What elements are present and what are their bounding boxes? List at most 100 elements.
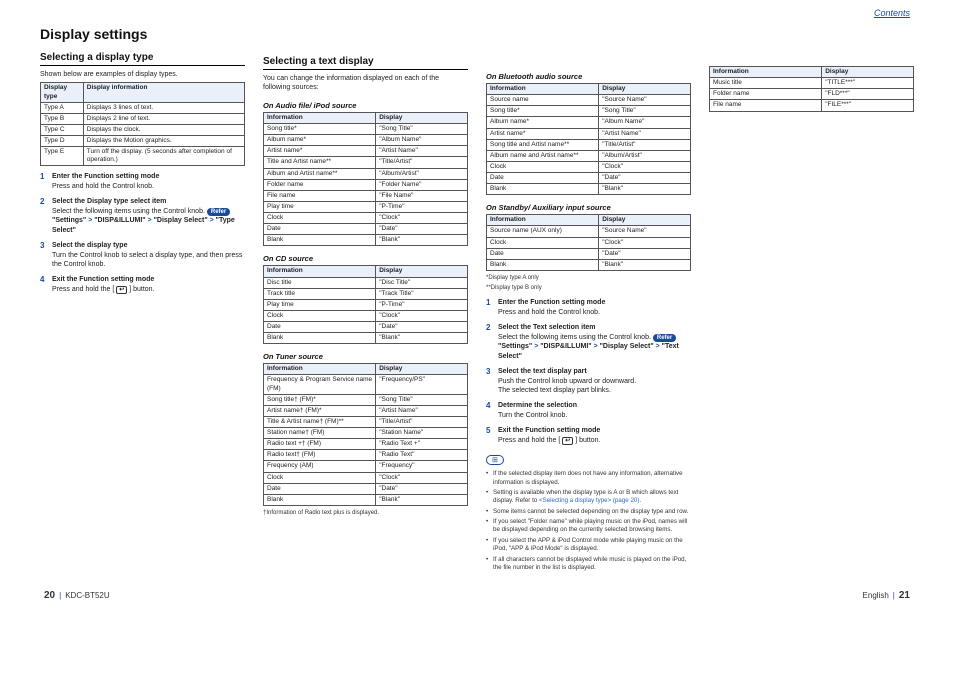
step-title: Enter the Function setting mode [52,172,245,181]
legend-a: *Display type A only [486,275,691,283]
cell: "Source Name" [599,226,691,237]
cell: Clock [487,237,599,248]
cell: "Title/Artist" [599,139,691,150]
cell: "Artist Name" [376,405,468,416]
table-row: Track title"Track Title" [264,288,468,299]
bt-body: Source name"Source Name"Song title*"Song… [487,95,691,195]
legend-b: **Display type B only [486,285,691,293]
th: Display type [41,83,84,102]
tuner-foot: †Information of Radio text plus is displ… [263,510,468,518]
cell: Blank [487,184,599,195]
cell: Track title [264,288,376,299]
table-row: Radio text +† (FM)"Radio Text +" [264,439,468,450]
th: Information [264,364,376,375]
cell: "Blank" [376,333,468,344]
cell: Folder name [710,89,822,100]
cell: Blank [264,235,376,246]
step-body: Press and hold the Control knob. [52,183,154,190]
cell: Source name [487,95,599,106]
cell: Date [264,322,376,333]
table-row: Song title† (FM)*"Song Title" [264,394,468,405]
step: Exit the Function setting modePress and … [486,426,691,445]
cell: "Song Title" [376,394,468,405]
cell: Album name* [487,117,599,128]
cell: Folder name [264,179,376,190]
audio-table: InformationDisplay Song title*"Song Titl… [263,112,468,247]
cell: "Frequency/PS" [376,375,468,394]
table-row: Blank"Blank" [264,333,468,344]
bullet: If all characters cannot be displayed wh… [486,556,691,573]
table-row: Play time"P-Time" [264,201,468,212]
cell: "FILE***" [822,100,914,111]
step-after: The selected text display part blinks. [498,387,611,394]
step-body: Press and hold the Control knob. [498,309,600,316]
cell: "Blank" [599,184,691,195]
table-row: Artist name*"Artist Name" [487,128,691,139]
step: Select the Text selection itemSelect the… [486,323,691,361]
cross-ref-link[interactable]: <Selecting a display type> (page 20) [539,497,639,504]
th: Display [599,84,691,95]
cell: Date [487,173,599,184]
step-title: Determine the selection [498,401,691,410]
steps2: Enter the Function setting mode Press and… [486,298,691,445]
lang: English [863,591,889,600]
table-row: Source name"Source Name" [487,95,691,106]
model: KDC-BT52U [65,591,109,600]
table-row: Blank"Blank" [264,494,468,505]
page-title: Display settings [40,26,245,42]
table-row: Clock"Clock" [487,237,691,248]
cell: "Radio Text" [376,450,468,461]
cell: Artist name† (FM)* [264,405,376,416]
step-body: Select the following items using the Con… [52,208,235,234]
table-row: Date"Date" [264,224,468,235]
th: Information [487,84,599,95]
step-title: Select the Text selection item [498,323,691,332]
return-icon: ↩ [562,437,573,446]
cell: "Clock" [599,161,691,172]
sb-table: InformationDisplay Source name (AUX only… [486,214,691,271]
table-row: File name"FILE***" [710,100,914,111]
table-row: Album name*"Album Name" [264,135,468,146]
cell: "TITLE***" [822,78,914,89]
cell: Album name and Artist name** [487,150,599,161]
step-title: Enter the Function setting mode [498,298,691,307]
cell: Clock [264,213,376,224]
cell: "Disc Title" [376,277,468,288]
step: Select the text display partPush the Con… [486,367,691,395]
cell: Clock [264,472,376,483]
cell: Type C [41,124,84,135]
table-row: Type CDisplays the clock. [41,124,245,135]
refer-badge: Refer [207,208,230,216]
cell: "P-Time" [376,299,468,310]
cell: "Title/Artist" [376,157,468,168]
cell: Type A [41,102,84,113]
table-row: Type DDisplays the Motion graphics. [41,136,245,147]
table-row: Song title*"Song Title" [264,124,468,135]
cell: Blank [264,333,376,344]
table-row: Clock"Clock" [487,161,691,172]
cell: Radio text +† (FM) [264,439,376,450]
page-right: 21 [899,590,910,601]
extra-table: InformationDisplay Music title"TITLE***"… [709,66,914,112]
cd-cap: On CD source [263,254,468,263]
steps1: Enter the Function setting mode Press and… [40,172,245,294]
step: Determine the selectionTurn the Control … [486,401,691,420]
tuner-body: Frequency & Program Service name (FM)"Fr… [264,375,468,506]
cell: "Date" [599,173,691,184]
audio-cap: On Audio file/ iPod source [263,101,468,110]
table-row: Play time"P-Time" [264,299,468,310]
cell: "Artist Name" [599,128,691,139]
cell: "Date" [599,248,691,259]
table-row: Blank"Blank" [487,184,691,195]
table-row: Radio text† (FM)"Radio Text" [264,450,468,461]
table-row: Frequency (AM)"Frequency" [264,461,468,472]
col-1: Display settings Selecting a display typ… [40,26,245,574]
cell: "Clock" [376,310,468,321]
th: Information [264,112,376,123]
cell: Date [487,248,599,259]
th: Display [599,215,691,226]
cell: Turn off the display. (5 seconds after c… [83,147,244,166]
th: Display information [83,83,244,102]
sb-body: Source name (AUX only)"Source Name"Clock… [487,226,691,271]
cell: "Blank" [376,494,468,505]
